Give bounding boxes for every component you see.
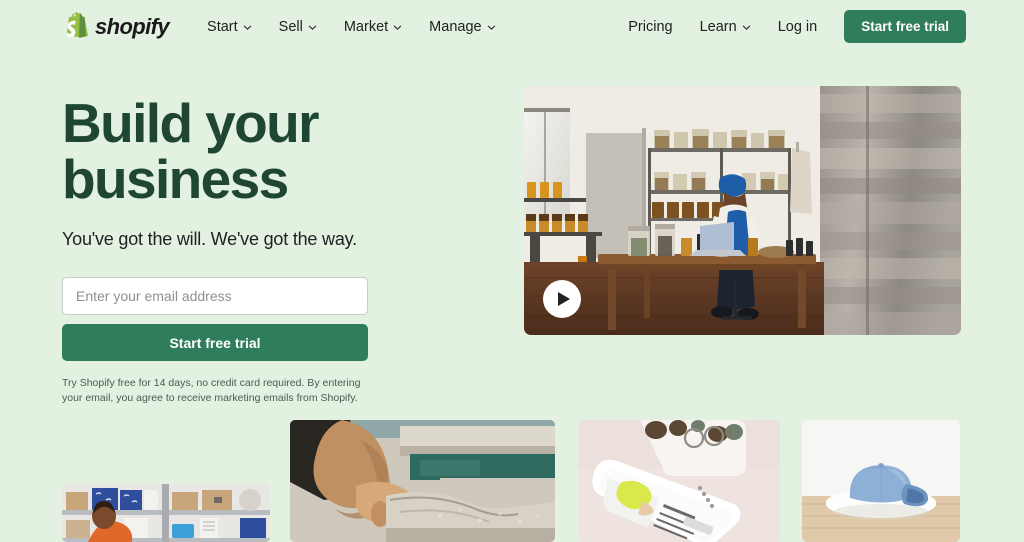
play-button[interactable]	[543, 280, 581, 318]
shopify-bag-icon	[62, 12, 88, 41]
nav-start-free-trial-button[interactable]: Start free trial	[844, 10, 966, 43]
chevron-down-icon	[393, 23, 402, 32]
nav-item-market[interactable]: Market	[344, 19, 402, 35]
primary-nav: Start Sell Market Manage	[207, 19, 496, 35]
hero-video-thumbnail[interactable]	[524, 86, 961, 335]
nav-item-learn-label: Learn	[699, 18, 737, 35]
gallery-image-woodworking-graphic	[290, 420, 555, 542]
email-input[interactable]	[62, 277, 368, 315]
gallery-image-phone-store-graphic	[578, 420, 780, 542]
gallery-image-blue-cap-graphic	[802, 420, 960, 542]
nav-item-login[interactable]: Log in	[778, 19, 818, 35]
page-title: Build your business	[62, 95, 492, 207]
nav-item-start[interactable]: Start	[207, 19, 252, 35]
shopify-logo[interactable]: shopify	[62, 12, 170, 41]
gallery-image-phone-store[interactable]	[578, 420, 780, 542]
nav-item-sell[interactable]: Sell	[279, 19, 317, 35]
play-icon	[557, 292, 570, 306]
signup-fineprint: Try Shopify free for 14 days, no credit …	[62, 377, 361, 404]
gallery-image-warehouse-graphic	[62, 484, 270, 542]
chevron-down-icon	[308, 23, 317, 32]
image-gallery	[0, 405, 1024, 542]
hero-content: Build your business You've got the will.…	[62, 85, 492, 406]
gallery-image-blue-cap[interactable]	[802, 420, 960, 542]
nav-item-market-label: Market	[343, 18, 389, 35]
hero-subheading: You've got the will. We've got the way.	[62, 229, 357, 249]
secondary-nav: Pricing Learn Log in Start free trial	[628, 10, 966, 43]
signup-form: Start free trial	[62, 277, 368, 361]
nav-item-start-label: Start	[207, 18, 238, 35]
video-thumbnail-image	[524, 86, 961, 335]
chevron-down-icon	[487, 23, 496, 32]
navbar: shopify Start Sell Market Manage Pricing…	[0, 0, 1024, 53]
nav-item-sell-label: Sell	[278, 18, 303, 35]
nav-item-pricing[interactable]: Pricing	[628, 19, 672, 35]
headline-line-1: Build your	[62, 92, 320, 154]
hero-section: Build your business You've got the will.…	[0, 53, 1024, 406]
shopify-wordmark: shopify	[95, 13, 170, 39]
hero-media	[524, 85, 961, 406]
gallery-image-warehouse[interactable]	[62, 484, 270, 542]
nav-item-manage-label: Manage	[429, 18, 482, 35]
headline-line-2: business	[62, 148, 289, 210]
chevron-down-icon	[243, 23, 252, 32]
hero-start-free-trial-button[interactable]: Start free trial	[62, 324, 368, 361]
nav-item-manage[interactable]: Manage	[429, 19, 495, 35]
nav-item-login-label: Log in	[777, 18, 818, 35]
nav-item-pricing-label: Pricing	[628, 18, 673, 35]
gallery-image-woodworking[interactable]	[290, 420, 555, 542]
chevron-down-icon	[742, 23, 751, 32]
nav-item-learn[interactable]: Learn	[700, 19, 751, 35]
